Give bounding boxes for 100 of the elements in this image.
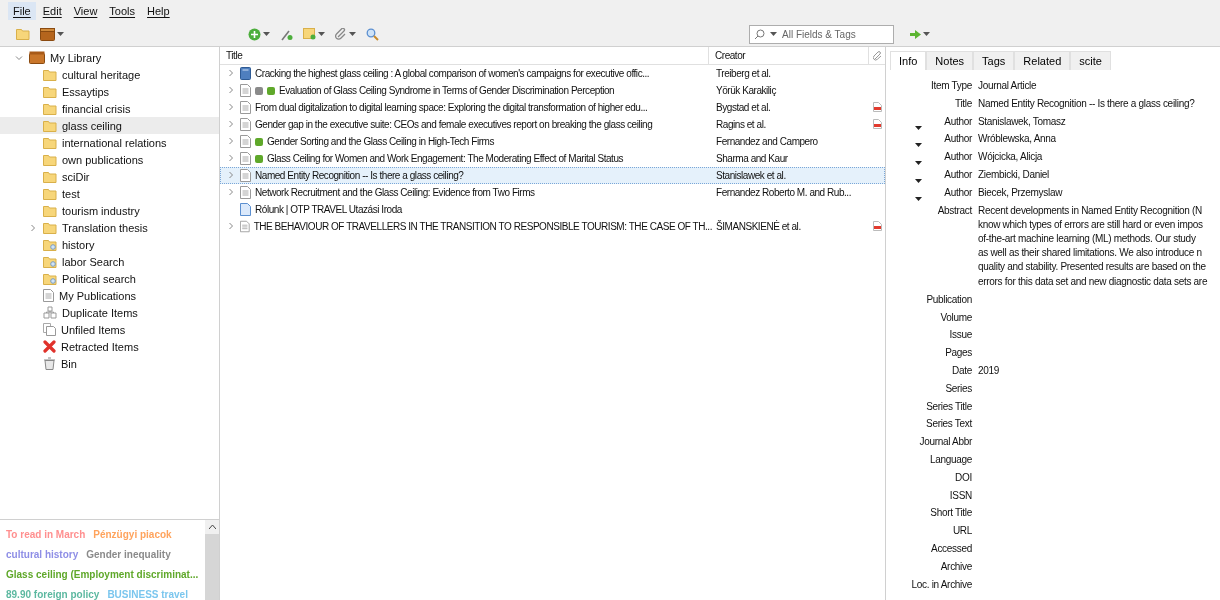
item-row[interactable]: Gender Sorting and the Glass Ceiling in High-Tech Firms Fernandez and Campero bbox=[220, 133, 885, 150]
collection-item[interactable]: history bbox=[0, 236, 219, 253]
chevron-right-icon[interactable] bbox=[227, 154, 235, 162]
chevron-right-icon[interactable] bbox=[227, 86, 235, 94]
collection-item[interactable]: Essaytips bbox=[0, 83, 219, 100]
pdf-icon[interactable] bbox=[872, 118, 882, 129]
chevron-right-icon[interactable] bbox=[227, 222, 235, 230]
paperclip-icon bbox=[335, 28, 347, 40]
item-row[interactable]: Cracking the highest glass ceiling : A global comparison of women's campaigns for executive offic... Treiberg et al. bbox=[220, 65, 885, 82]
item-row[interactable]: Rólunk | OTP TRAVEL Utazási Iroda bbox=[220, 201, 885, 218]
pane-tab[interactable]: Related bbox=[1014, 51, 1071, 70]
abstract-text[interactable]: of-the-art machine learning (ML) methods. Our study bbox=[978, 232, 1220, 247]
item-row[interactable]: Named Entity Recognition -- Is there a glass ceiling? Stanislawek et al. bbox=[220, 167, 885, 184]
field-value[interactable]: Named Entity Recognition -- Is there a glass ceiling? bbox=[978, 96, 1220, 115]
field-value[interactable]: Ziembicki, Daniel bbox=[978, 168, 1220, 186]
collection-item[interactable]: own publications bbox=[0, 151, 219, 168]
collection-item[interactable]: sciDir bbox=[0, 168, 219, 185]
item-creator: Yörük Karakiliç bbox=[715, 84, 777, 98]
collection-item[interactable]: Bin bbox=[0, 355, 219, 372]
chevron-right-icon[interactable] bbox=[227, 120, 235, 128]
stacked-documents-icon bbox=[43, 323, 56, 336]
collection-item[interactable]: tourism industry bbox=[0, 202, 219, 219]
folder-search-icon bbox=[43, 255, 57, 268]
dropdown-caret-icon bbox=[915, 143, 923, 148]
field-label: Pages bbox=[945, 346, 972, 361]
pane-tab[interactable]: Notes bbox=[926, 51, 974, 70]
menu-item[interactable]: File bbox=[8, 2, 36, 20]
field-label: Title bbox=[954, 96, 972, 111]
column-header[interactable]: Title bbox=[220, 47, 709, 64]
abstract-text[interactable]: Recent developments in Named Entity Recognition (N bbox=[978, 203, 1220, 218]
field-value[interactable]: Biecek, Przemyslaw bbox=[978, 185, 1220, 204]
field-label: Series Text bbox=[926, 417, 972, 432]
field-label: Author bbox=[944, 185, 972, 200]
collection-item[interactable]: international relations bbox=[0, 134, 219, 151]
collection-item[interactable]: test bbox=[0, 185, 219, 202]
chevron-right-icon[interactable] bbox=[227, 137, 235, 145]
scroll-up-icon[interactable] bbox=[208, 525, 216, 529]
column-header[interactable]: Creator bbox=[709, 47, 869, 64]
folder-icon bbox=[43, 136, 57, 149]
field-label: Journal Abbr bbox=[919, 435, 972, 450]
field-value[interactable]: Wójcicka, Alicja bbox=[978, 150, 1220, 168]
caret-icon bbox=[57, 32, 64, 36]
collection-item[interactable]: Retracted Items bbox=[0, 338, 219, 355]
field-value[interactable]: Wróblewska, Anna bbox=[978, 132, 1220, 151]
pdf-icon[interactable] bbox=[872, 101, 882, 112]
field-value[interactable]: Stanislawek, Tomasz bbox=[978, 114, 1220, 133]
collection-item[interactable]: Political search bbox=[0, 270, 219, 287]
item-title: Glass Ceiling for Women and Work Engagement: The Moderating Effect of Marital Status bbox=[267, 153, 624, 164]
item-row[interactable]: Glass Ceiling for Women and Work Engagement: The Moderating Effect of Marital Status Sharma and Kaur bbox=[220, 150, 885, 167]
search-box[interactable]: All Fields & Tags bbox=[749, 24, 894, 44]
note-icon bbox=[303, 28, 316, 40]
folder-icon bbox=[43, 204, 57, 217]
pane-tab[interactable]: Info bbox=[890, 51, 927, 70]
paperclip-icon[interactable] bbox=[873, 50, 882, 61]
collection-item[interactable]: financial crisis bbox=[0, 100, 219, 117]
chevron-right-icon[interactable] bbox=[227, 103, 235, 111]
collection-item[interactable]: glass ceiling bbox=[0, 117, 219, 134]
chevron-right-icon[interactable] bbox=[227, 69, 235, 77]
item-row[interactable]: Network Recruitment and the Glass Ceiling: Evidence from Two Firms Fernandez Roberto M. and Rub... bbox=[220, 184, 885, 201]
abstract-text[interactable]: errors for this data set and new diagnostic data sets are bbox=[978, 274, 1220, 289]
tag[interactable]: Gender inequality bbox=[86, 545, 171, 565]
item-row[interactable]: Gender gap in the executive suite: CEOs and female executives report on breaking the glass ceiling Ragins et al. bbox=[220, 116, 885, 133]
bin-icon bbox=[43, 357, 56, 370]
menu-item[interactable]: Help bbox=[142, 2, 175, 20]
pane-tab[interactable]: scite bbox=[1070, 51, 1111, 70]
item-row[interactable]: From dual digitalization to digital learning space: Exploring the digital transformation of higher edu... Bygstad et al. bbox=[220, 99, 885, 116]
collection-item[interactable]: labor Search bbox=[0, 253, 219, 270]
folder-icon bbox=[16, 28, 30, 40]
item-creator: Bygstad et al. bbox=[715, 101, 772, 115]
item-creator: Fernandez Roberto M. and Rub... bbox=[715, 186, 853, 200]
collection-item[interactable]: My Publications bbox=[0, 287, 219, 304]
chevron-right-icon[interactable] bbox=[227, 188, 235, 196]
chevron-down-icon[interactable] bbox=[15, 53, 23, 62]
scrollbar[interactable] bbox=[205, 520, 219, 600]
field-label: DOI bbox=[955, 470, 972, 485]
field-label: Language bbox=[929, 452, 972, 467]
menu-item[interactable]: View bbox=[68, 2, 103, 20]
attachment-button[interactable] bbox=[335, 25, 356, 43]
abstract-text[interactable]: as well as their shared limitations. We also introduce n bbox=[978, 246, 1220, 261]
collection-item[interactable]: cultural heritage bbox=[0, 66, 219, 83]
field-value[interactable]: Journal Article bbox=[978, 79, 1220, 97]
new-library-button[interactable] bbox=[40, 25, 64, 43]
folder-icon bbox=[43, 102, 57, 115]
menu-item[interactable]: Edit bbox=[37, 2, 67, 20]
field-label: Volume bbox=[940, 310, 972, 325]
chevron-right-icon[interactable] bbox=[227, 171, 235, 179]
item-title: THE BEHAVIOUR OF TRAVELLERS IN THE TRANSITION TO RESPONSIBLE TOURISM: THE CASE OF TH... bbox=[253, 221, 712, 232]
chevron-right-icon[interactable] bbox=[29, 223, 37, 232]
library-row[interactable]: My Library bbox=[0, 49, 219, 66]
menu-item[interactable]: Tools bbox=[104, 2, 141, 20]
pdf-icon[interactable] bbox=[872, 220, 882, 231]
collection-item[interactable]: Unfiled Items bbox=[0, 321, 219, 338]
abstract-text[interactable]: quality and stability. Presented results are based on the bbox=[978, 260, 1220, 275]
collection-item[interactable]: Duplicate Items bbox=[0, 304, 219, 321]
field-value[interactable]: 2019 bbox=[978, 364, 1220, 382]
item-row[interactable]: THE BEHAVIOUR OF TRAVELLERS IN THE TRANSITION TO RESPONSIBLE TOURISM: THE CASE OF TH... ŠIMANSKIENĖ et al. bbox=[220, 218, 885, 235]
collection-item[interactable]: Translation thesis bbox=[0, 219, 219, 236]
abstract-text[interactable]: know which types of errors are still hard or even impos bbox=[978, 217, 1220, 232]
item-row[interactable]: Evaluation of Glass Ceiling Syndrome in Terms of Gender Discrimination Perception Yörük Karakiliç bbox=[220, 82, 885, 99]
pane-tab[interactable]: Tags bbox=[973, 51, 1015, 70]
